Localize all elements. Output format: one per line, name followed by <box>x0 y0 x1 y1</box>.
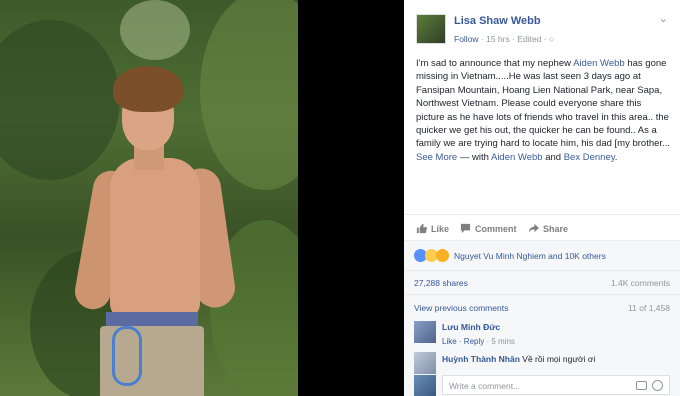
tagged-person-link[interactable]: Aiden Webb <box>491 152 543 163</box>
comment-author[interactable]: Huỳnh Thành Nhân Về rồi mọi người ơi <box>442 354 595 364</box>
tagged-person-link[interactable]: Bex Denney <box>564 152 615 163</box>
and-text: and <box>542 151 564 163</box>
chevron-down-icon[interactable]: ⌄ <box>659 12 668 25</box>
comment-input-placeholder: Write a comment... <box>449 381 521 391</box>
speech-bubble-icon <box>460 223 471 234</box>
post-header: Lisa Shaw Webb Follow · 15 hrs · Edited … <box>404 0 680 52</box>
see-more-link[interactable]: See More <box>416 152 457 163</box>
climbing-rope <box>112 326 142 386</box>
foliage <box>0 20 120 180</box>
comment-actions: Like · Reply · 5 mins <box>442 337 515 346</box>
foliage <box>200 0 298 190</box>
comment-time: · 5 mins <box>484 337 515 346</box>
person-hair <box>113 66 183 112</box>
comment-reply-link[interactable]: Reply <box>464 337 484 346</box>
comment-input[interactable]: Write a comment... <box>442 375 670 395</box>
comments-section: View previous comments 11 of 1,458 Lưu M… <box>404 294 680 396</box>
share-arrow-icon <box>528 223 539 234</box>
comment-like-link[interactable]: Like <box>442 337 457 346</box>
with-text: — with <box>457 151 491 163</box>
comments-pager: 11 of 1,458 <box>628 303 670 313</box>
stats-bar: 27,288 shares 1.4K comments <box>404 270 680 294</box>
avatar[interactable] <box>414 321 436 343</box>
person-torso <box>110 158 200 318</box>
view-previous-comments-link[interactable]: View previous comments <box>414 303 508 313</box>
comment-author-name[interactable]: Lưu Minh Đức <box>442 322 500 332</box>
avatar[interactable] <box>414 352 436 374</box>
thumbs-up-icon <box>416 223 427 234</box>
comment-button[interactable]: Comment <box>460 223 517 234</box>
post-photo[interactable] <box>0 0 298 396</box>
share-button[interactable]: Share <box>528 223 568 234</box>
emoji-icon[interactable] <box>652 380 663 391</box>
action-bar: Like Comment Share <box>404 214 680 240</box>
post-meta: Follow · 15 hrs · Edited · ○ <box>454 34 554 44</box>
photo-viewer-background <box>298 0 404 396</box>
follow-link[interactable]: Follow <box>454 34 479 44</box>
globe-icon: ○ <box>548 34 555 44</box>
sky-patch <box>120 0 190 60</box>
like-label: Like <box>431 223 450 234</box>
post-side-panel: Lisa Shaw Webb Follow · 15 hrs · Edited … <box>404 0 680 396</box>
post-text: I'm sad to announce that my nephew Aiden… <box>416 57 672 164</box>
share-label: Share <box>543 223 569 234</box>
comment-author[interactable]: Lưu Minh Đức <box>442 322 500 332</box>
author-avatar[interactable] <box>416 14 446 44</box>
period-text: . <box>614 151 618 163</box>
post-time: · 15 hrs · Edited · <box>478 34 549 44</box>
mention-link[interactable]: Aiden Webb <box>573 58 625 69</box>
like-button[interactable]: Like <box>416 223 449 234</box>
comment-author-name[interactable]: Huỳnh Thành Nhân <box>442 354 520 364</box>
comment-text: Về rồi mọi người ơi <box>519 354 596 364</box>
camera-icon[interactable] <box>636 381 647 390</box>
comments-count[interactable]: 1.4K comments <box>611 278 670 288</box>
shares-count[interactable]: 27,288 shares <box>414 278 468 288</box>
reactions-summary[interactable]: Nguyet Vu Minh Nghiem and 10K others <box>454 251 606 261</box>
wow-reaction-icon <box>436 249 449 262</box>
post-text-body: has gone missing in Vietnam.....He was l… <box>416 58 670 150</box>
post-text-intro: I'm sad to announce that my nephew <box>416 58 574 69</box>
reactions-bar[interactable]: Nguyet Vu Minh Nghiem and 10K others <box>404 240 680 270</box>
author-name[interactable]: Lisa Shaw Webb <box>454 15 541 27</box>
comment-label: Comment <box>475 223 517 234</box>
avatar <box>414 375 436 396</box>
